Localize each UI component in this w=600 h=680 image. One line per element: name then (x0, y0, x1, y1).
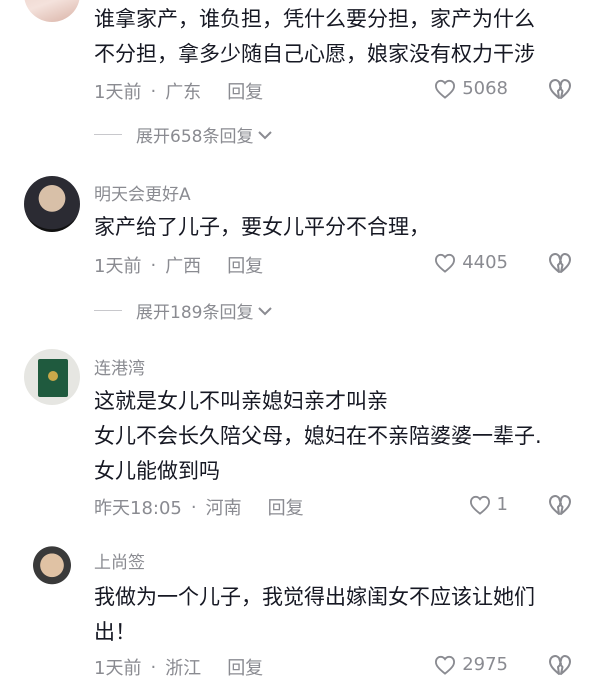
reply-button[interactable]: 回复 (227, 78, 263, 104)
avatar[interactable] (24, 349, 80, 405)
separator: · (190, 496, 197, 518)
avatar[interactable] (24, 544, 80, 600)
comment-meta: 1天前 · 广西 回复 (94, 252, 263, 278)
chevron-down-icon (258, 306, 273, 315)
comment-username[interactable]: 明天会更好A (94, 180, 191, 205)
comment-text-line: 这就是女儿不叫亲媳妇亲才叫亲 (94, 389, 388, 413)
comment-time: 1天前 (94, 82, 142, 103)
dislike-button[interactable] (548, 494, 572, 520)
avatar[interactable] (24, 0, 80, 22)
avatar[interactable] (24, 176, 80, 232)
comment-meta: 昨天18:05 · 河南 回复 (94, 494, 304, 520)
comment-text-line: 出！ (94, 620, 136, 644)
comment-time: 1天前 (94, 658, 142, 679)
comment-meta: 1天前 · 浙江 回复 (94, 654, 263, 680)
passport-image (38, 359, 68, 397)
comment-location: 广西 (165, 256, 202, 277)
comment-text-line: 家产给了儿子，要女儿平分不合理， (94, 215, 430, 239)
comment-location: 广东 (165, 82, 202, 103)
divider (94, 310, 122, 311)
like-count: 4405 (462, 252, 508, 273)
comment-text: 谁拿家产，谁负担，凭什么要分担，家产为什么 不分担，拿多少随自己心愿，娘家没有权… (94, 2, 584, 72)
divider (94, 134, 122, 135)
broken-heart-icon (549, 253, 571, 273)
separator: · (150, 254, 157, 276)
like-button[interactable]: 1 (469, 494, 508, 515)
broken-heart-icon (549, 655, 571, 675)
expand-replies-label: 展开189条回复 (136, 303, 254, 323)
comment-text: 这就是女儿不叫亲媳妇亲才叫亲 女儿不会长久陪父母，媳妇在不亲陪婆婆一辈子. 女儿… (94, 384, 584, 489)
like-button[interactable]: 4405 (434, 252, 508, 273)
like-button[interactable]: 5068 (434, 78, 508, 99)
comment-text-line: 女儿能做到吗 (94, 459, 220, 483)
comment-text: 我做为一个儿子，我觉得出嫁闺女不应该让她们 出！ (94, 580, 584, 650)
dislike-button[interactable] (548, 252, 572, 278)
heart-outline-icon (435, 253, 456, 273)
comment-text-line: 谁拿家产，谁负担，凭什么要分担，家产为什么 (94, 7, 535, 31)
reply-button[interactable]: 回复 (227, 252, 263, 278)
chevron-down-icon (258, 130, 273, 139)
reply-button[interactable]: 回复 (268, 494, 304, 520)
expand-replies-button[interactable]: 展开189条回复 (94, 298, 273, 323)
separator: · (150, 80, 157, 102)
comment-username[interactable]: 上尚签 (94, 548, 145, 573)
comment-time: 1天前 (94, 256, 142, 277)
comment-meta: 1天前 · 广东 回复 (94, 78, 263, 104)
expand-replies-label: 展开658条回复 (136, 127, 254, 147)
comment-text-line: 不分担，拿多少随自己心愿，娘家没有权力干涉 (94, 42, 535, 66)
broken-heart-icon (549, 495, 571, 515)
like-count: 1 (496, 494, 508, 515)
comment-text-line: 我做为一个儿子，我觉得出嫁闺女不应该让她们 (94, 585, 535, 609)
heart-outline-icon (435, 79, 456, 99)
expand-replies-button[interactable]: 展开658条回复 (94, 122, 273, 147)
heart-outline-icon (469, 495, 490, 515)
comment-text: 家产给了儿子，要女儿平分不合理， (94, 210, 584, 245)
dislike-button[interactable] (548, 654, 572, 680)
comment-time: 昨天18:05 (94, 498, 182, 519)
separator: · (150, 656, 157, 678)
broken-heart-icon (549, 79, 571, 99)
like-count: 2975 (462, 654, 508, 675)
like-button[interactable]: 2975 (434, 654, 508, 675)
dislike-button[interactable] (548, 78, 572, 104)
like-count: 5068 (462, 78, 508, 99)
comment-username[interactable]: 连港湾 (94, 354, 145, 379)
heart-outline-icon (435, 655, 456, 675)
reply-button[interactable]: 回复 (227, 654, 263, 680)
comment-location: 浙江 (165, 658, 202, 679)
comment-text-line: 女儿不会长久陪父母，媳妇在不亲陪婆婆一辈子. (94, 424, 542, 448)
comment-location: 河南 (205, 498, 242, 519)
